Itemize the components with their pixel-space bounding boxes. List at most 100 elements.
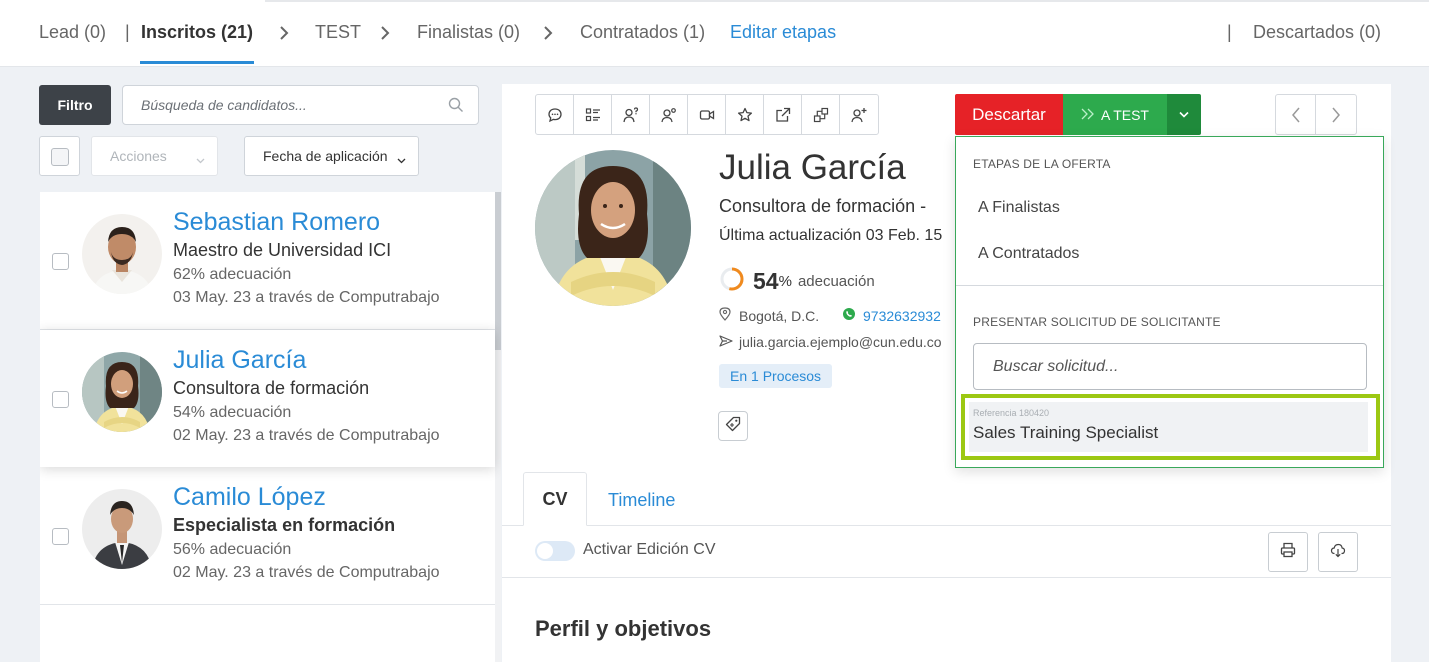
candidate-search-input[interactable] — [123, 86, 423, 124]
candidate-name[interactable]: Sebastian Romero — [173, 208, 380, 237]
cv-edit-toggle[interactable] — [535, 541, 575, 561]
tab-timeline[interactable]: Timeline — [608, 490, 675, 511]
menu-item-finalistas[interactable]: A Finalistas — [978, 199, 1060, 217]
cv-edit-toggle-label: Activar Edición CV — [583, 541, 716, 558]
menu-divider — [956, 285, 1383, 286]
discard-button[interactable]: Descartar — [955, 94, 1063, 135]
candidate-checkbox[interactable] — [52, 391, 69, 408]
action-toolbar — [535, 94, 879, 135]
toggle-knob — [537, 543, 553, 559]
divider — [40, 604, 495, 605]
candidate-name[interactable]: Camilo López — [173, 483, 326, 512]
download-button[interactable] — [1318, 532, 1358, 572]
fit-value: 54 — [753, 267, 779, 294]
stage-tab-contratados[interactable]: Contratados (1) — [580, 22, 705, 43]
chevron-down-icon — [397, 152, 406, 164]
checkbox-box — [51, 148, 69, 166]
candidate-card[interactable]: Camilo López Especialista en formación 5… — [40, 467, 495, 604]
add-tag-button[interactable] — [718, 411, 748, 441]
select-all-checkbox[interactable] — [39, 136, 80, 176]
search-icon[interactable] — [448, 97, 464, 113]
stage-tab-lead[interactable]: Lead (0) — [39, 22, 106, 43]
phone-number[interactable]: 9732632932 — [863, 308, 941, 324]
stage-tab-inscritos[interactable]: Inscritos (21) — [141, 22, 253, 43]
user-question-icon[interactable] — [612, 95, 650, 134]
candidate-card-selected[interactable]: Julia García Consultora de formación 54%… — [40, 330, 495, 467]
candidate-date: 03 May. 23 a través de Computrabajo — [173, 289, 440, 306]
sort-dropdown[interactable]: Fecha de aplicación — [244, 136, 419, 176]
candidate-card[interactable]: Sebastian Romero Maestro de Universidad … — [40, 192, 495, 329]
candidate-checkbox[interactable] — [52, 528, 69, 545]
tab-cv[interactable]: CV — [523, 472, 587, 526]
actions-dropdown[interactable]: Acciones — [91, 136, 218, 176]
candidate-title: Consultora de formación - — [719, 196, 927, 216]
candidate-avatar — [82, 489, 162, 569]
filter-button[interactable]: Filtro — [39, 85, 111, 125]
application-title: Sales Training Specialist — [973, 423, 1159, 442]
candidate-list: Sebastian Romero Maestro de Universidad … — [40, 192, 501, 662]
transfer-icon[interactable] — [802, 95, 840, 134]
application-search — [973, 343, 1367, 390]
section-heading: Perfil y objetivos — [535, 616, 712, 641]
application-result-highlight: Referencia 180420 Sales Training Special… — [961, 394, 1380, 460]
tag-add-icon — [725, 416, 741, 437]
advance-label: A TEST — [1101, 106, 1149, 123]
cv-toolbar: Activar Edición CV — [502, 526, 1391, 578]
external-link-icon[interactable] — [764, 95, 802, 134]
scrollbar-thumb[interactable] — [495, 192, 501, 350]
stage-tab-descartados[interactable]: Descartados (0) — [1253, 22, 1381, 43]
top-border — [265, 0, 1429, 2]
users-icon[interactable] — [650, 95, 688, 134]
stage-separator: | — [1227, 22, 1232, 42]
previous-candidate-button[interactable] — [1276, 95, 1316, 134]
chat-icon[interactable] — [536, 95, 574, 134]
candidate-avatar — [82, 214, 162, 294]
stage-tab-finalistas[interactable]: Finalistas (0) — [417, 22, 520, 43]
stage-separator: | — [125, 22, 130, 42]
candidate-role: Consultora de formación — [173, 378, 370, 398]
double-chevron-right-icon — [1081, 107, 1095, 123]
candidate-role: Especialista en formación — [173, 515, 396, 535]
map-pin-icon — [719, 307, 731, 324]
detail-tabs: CV Timeline — [502, 472, 1391, 526]
email: julia.garcia.ejemplo@cun.edu.co — [719, 334, 942, 350]
advance-options-menu: ETAPAS DE LA OFERTA A Finalistas A Contr… — [955, 136, 1384, 468]
stage-navigation: Lead (0) | Inscritos (21) TEST Finalista… — [0, 0, 1429, 67]
candidate-checkbox[interactable] — [52, 253, 69, 270]
chevron-right-icon — [379, 26, 391, 40]
advance-button[interactable]: A TEST — [1063, 94, 1167, 135]
menu-item-contratados[interactable]: A Contratados — [978, 245, 1079, 263]
candidate-pager — [1275, 94, 1357, 135]
fit-ring-icon — [719, 266, 745, 297]
candidate-name[interactable]: Julia García — [173, 346, 306, 375]
application-reference: Referencia 180420 — [973, 408, 1050, 418]
menu-header-apply: PRESENTAR SOLICITUD DE SOLICITANTE — [973, 315, 1221, 329]
fit-label: adecuación — [797, 272, 875, 290]
advance-options-toggle[interactable] — [1167, 94, 1201, 135]
application-result[interactable]: Referencia 180420 Sales Training Special… — [969, 402, 1368, 452]
processes-badge[interactable]: En 1 Procesos — [719, 364, 833, 388]
menu-header-stages: ETAPAS DE LA OFERTA — [973, 157, 1111, 171]
print-button[interactable] — [1268, 532, 1308, 572]
stage-tab-test[interactable]: TEST — [315, 22, 361, 43]
video-icon[interactable] — [688, 95, 726, 134]
active-stage-indicator — [140, 61, 254, 64]
user-add-icon[interactable] — [840, 95, 878, 134]
application-search-input[interactable] — [974, 344, 1354, 389]
actions-label: Acciones — [110, 148, 167, 164]
chevron-right-icon — [542, 26, 554, 40]
next-candidate-button[interactable] — [1316, 95, 1356, 134]
last-updated: Última actualización 03 Feb. 15 — [719, 227, 943, 244]
checklist-icon[interactable] — [574, 95, 612, 134]
send-icon — [719, 334, 733, 350]
edit-stages-link[interactable]: Editar etapas — [730, 22, 836, 43]
star-icon[interactable] — [726, 95, 764, 134]
cloud-download-icon — [1330, 542, 1346, 563]
location-text: Bogotá, D.C. — [739, 307, 820, 324]
fit-unit: % — [778, 272, 792, 290]
candidate-fit: 54% adecuación — [173, 404, 292, 421]
whatsapp-icon — [842, 307, 856, 324]
phone[interactable]: 9732632932 — [842, 307, 941, 324]
candidate-date: 02 May. 23 a través de Computrabajo — [173, 564, 440, 581]
chevron-down-icon — [1179, 106, 1189, 124]
